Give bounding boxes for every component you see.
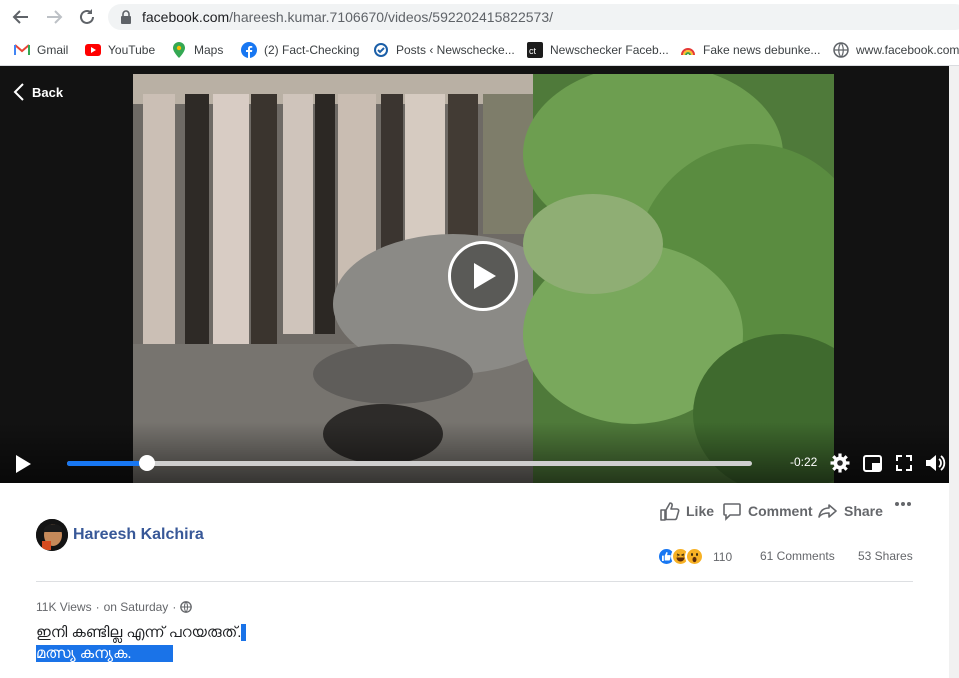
more-options-button[interactable] bbox=[894, 501, 918, 507]
volume-button[interactable] bbox=[925, 452, 947, 474]
chevron-left-icon bbox=[13, 83, 24, 101]
bookmark-www-facebook[interactable]: www.facebook.com bbox=[833, 41, 959, 59]
post-meta: 11K Views · on Saturday · bbox=[36, 600, 193, 614]
volume-icon bbox=[926, 455, 946, 471]
rainbow-icon bbox=[680, 42, 696, 58]
reaction-summary[interactable]: 110 bbox=[657, 547, 732, 566]
page-scrollbar[interactable] bbox=[949, 66, 959, 678]
author-name[interactable]: Hareesh Kalchira bbox=[73, 526, 204, 544]
newschecker-icon bbox=[373, 42, 389, 58]
settings-button[interactable] bbox=[829, 452, 851, 474]
forward-arrow-button[interactable] bbox=[42, 5, 66, 29]
like-button[interactable]: Like bbox=[660, 501, 714, 521]
post-date[interactable]: on Saturday bbox=[104, 600, 169, 614]
reload-button[interactable] bbox=[75, 5, 99, 29]
post-info: Hareesh Kalchira Like Comment Share 110 … bbox=[0, 483, 949, 678]
progress-fill bbox=[67, 461, 148, 466]
progress-scrubber[interactable] bbox=[139, 455, 156, 471]
facebook-icon bbox=[241, 42, 257, 58]
bookmark-gmail[interactable]: Gmail bbox=[14, 41, 68, 59]
bookmark-maps[interactable]: Maps bbox=[171, 41, 223, 59]
youtube-icon bbox=[85, 42, 101, 58]
player-controls: -0:22 bbox=[0, 422, 949, 483]
bookmark-fake-news-debunker[interactable]: Fake news debunke... bbox=[680, 41, 820, 59]
comments-count[interactable]: 61 Comments bbox=[760, 549, 835, 563]
lock-icon bbox=[121, 10, 131, 24]
wow-reaction-icon bbox=[685, 547, 704, 566]
divider bbox=[36, 581, 913, 582]
globe-icon bbox=[180, 601, 193, 613]
big-play-button[interactable] bbox=[448, 241, 518, 311]
comment-button[interactable]: Comment bbox=[722, 501, 813, 521]
maps-icon bbox=[171, 42, 187, 58]
share-button[interactable]: Share bbox=[818, 501, 883, 521]
play-control-button[interactable] bbox=[14, 454, 32, 474]
address-bar[interactable]: facebook.com/hareesh.kumar.7106670/video… bbox=[108, 4, 959, 30]
reaction-count: 110 bbox=[713, 549, 733, 564]
bookmark-newschecker-facebook[interactable]: ct Newschecker Faceb... bbox=[527, 41, 669, 59]
time-remaining: -0:22 bbox=[790, 455, 818, 469]
comment-icon bbox=[723, 503, 741, 521]
ct-icon: ct bbox=[527, 42, 543, 58]
thumbs-up-icon bbox=[660, 502, 680, 521]
miniplayer-icon bbox=[862, 454, 882, 472]
back-arrow-button[interactable] bbox=[9, 5, 33, 29]
post-author[interactable]: Hareesh Kalchira bbox=[36, 519, 204, 551]
views-count: 11K Views bbox=[36, 600, 92, 614]
globe-icon bbox=[833, 42, 849, 58]
post-caption: ഇനി കണ്ടില്ല എന്ന് പറയരുത്. മത്സ്യ കന്യക… bbox=[36, 622, 246, 664]
shares-count[interactable]: 53 Shares bbox=[858, 549, 913, 563]
bookmark-fact-checking[interactable]: (2) Fact-Checking bbox=[241, 41, 359, 59]
reload-icon bbox=[80, 9, 94, 24]
miniplayer-button[interactable] bbox=[861, 452, 883, 474]
fullscreen-button[interactable] bbox=[893, 452, 915, 474]
back-button[interactable]: Back bbox=[12, 82, 63, 102]
fullscreen-icon bbox=[896, 455, 912, 471]
avatar[interactable] bbox=[36, 519, 68, 551]
arrow-left-icon bbox=[12, 10, 28, 24]
url-text: facebook.com/hareesh.kumar.7106670/video… bbox=[142, 9, 553, 25]
caption-line-2: മത്സ്യ കന്യക. bbox=[36, 645, 132, 662]
arrow-right-icon bbox=[47, 10, 63, 24]
caption-line-1: ഇനി കണ്ടില്ല എന്ന് പറയരുത്. bbox=[36, 624, 242, 641]
svg-text:ct: ct bbox=[529, 46, 537, 56]
bookmarks-bar: Gmail YouTube Maps (2) Fact-Checking Pos… bbox=[0, 34, 959, 66]
bookmark-posts-newschecker[interactable]: Posts ‹ Newschecke... bbox=[373, 41, 515, 59]
progress-bar[interactable] bbox=[67, 455, 752, 471]
browser-toolbar: facebook.com/hareesh.kumar.7106670/video… bbox=[0, 0, 959, 34]
ellipsis-icon bbox=[895, 502, 911, 506]
video-player[interactable]: Back -0:22 bbox=[0, 66, 949, 483]
bookmark-youtube[interactable]: YouTube bbox=[85, 41, 155, 59]
gmail-icon bbox=[14, 42, 30, 58]
share-icon bbox=[818, 504, 837, 518]
gear-icon bbox=[830, 453, 850, 473]
play-icon bbox=[474, 263, 496, 289]
